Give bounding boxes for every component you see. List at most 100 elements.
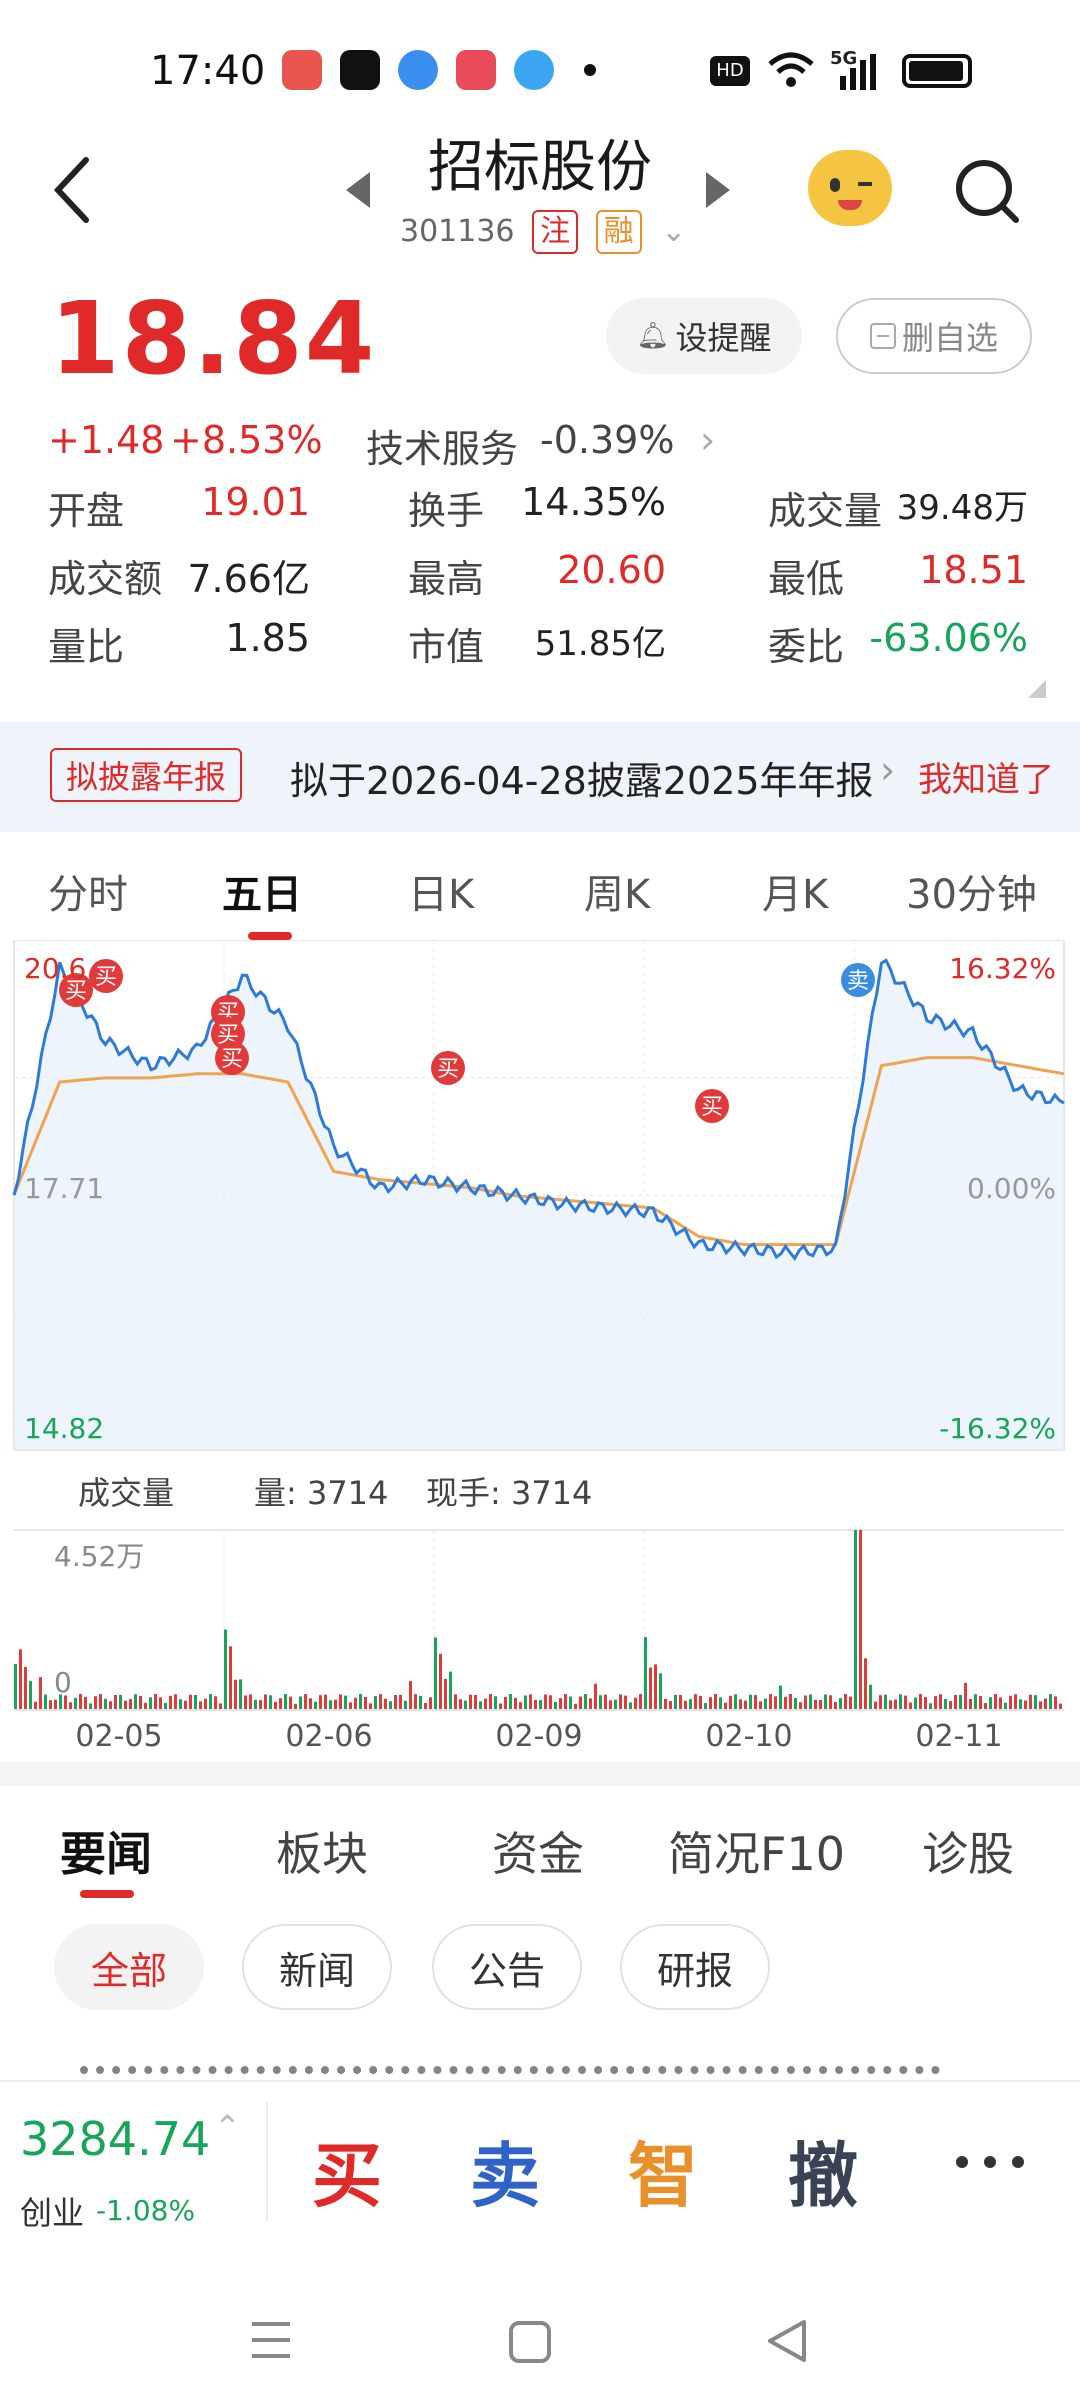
volume-bar: [254, 1699, 257, 1710]
volume-bar: [19, 1649, 22, 1710]
buy-button[interactable]: 买: [312, 2120, 382, 2221]
index-value[interactable]: 3284.74: [20, 2112, 210, 2166]
news-tab[interactable]: 要闻: [60, 1818, 152, 1884]
volume-bar: [889, 1700, 892, 1710]
chevron-right-icon[interactable]: ›: [700, 418, 715, 462]
chevron-up-icon[interactable]: ⌃: [214, 2108, 241, 2146]
intraday-chart[interactable]: 买买买买买买买卖 20.6 17.71 14.82 16.32% 0.00% -…: [0, 939, 1080, 1760]
section-divider: [0, 1762, 1080, 1786]
date-label: 02-10: [705, 1719, 792, 1754]
sell-marker[interactable]: 卖: [841, 963, 875, 997]
price-mid-label: 17.71: [24, 1172, 104, 1205]
volume-bar: [109, 1701, 112, 1710]
chart-tab[interactable]: 月K: [762, 862, 828, 920]
volume-bar: [1049, 1694, 1052, 1710]
cancel-order-button[interactable]: 撤: [788, 2120, 858, 2221]
volume-bar: [249, 1694, 252, 1710]
volume-bar: [479, 1701, 482, 1710]
news-tab[interactable]: 诊股: [922, 1818, 1014, 1884]
set-alert-button[interactable]: 🔔︎ 设提醒: [606, 298, 802, 374]
search-icon[interactable]: [952, 156, 1022, 226]
notice-dismiss-button[interactable]: 我知道了: [918, 752, 1054, 801]
volume-bar: [824, 1694, 827, 1710]
volume-bar: [939, 1694, 942, 1710]
remove-watchlist-button[interactable]: 删自选: [836, 298, 1032, 374]
volume-bar: [264, 1694, 267, 1710]
buy-marker[interactable]: 买: [89, 959, 123, 993]
volume-bar: [859, 1530, 862, 1710]
volume-bar: [834, 1701, 837, 1710]
volume-bar: [804, 1695, 807, 1710]
volume-bar: [534, 1699, 537, 1710]
mascot-icon[interactable]: [808, 150, 892, 226]
volume-bar: [434, 1637, 437, 1710]
volume-bar: [274, 1701, 277, 1710]
trade-bar: 3284.74 ⌃ 创业 -1.08%: [0, 2080, 1080, 2260]
volume-bar: [119, 1694, 122, 1710]
volume-bar: [324, 1694, 327, 1710]
svg-text:买: 买: [95, 965, 117, 990]
volume-bar: [484, 1698, 487, 1710]
volume-bar: [84, 1696, 87, 1710]
chart-tab[interactable]: 日K: [408, 862, 474, 920]
buy-marker[interactable]: 买: [215, 1041, 249, 1075]
home-nav-icon[interactable]: [508, 2320, 552, 2364]
volume-bar: [959, 1694, 962, 1710]
trade-divider: [266, 2102, 268, 2222]
volume-bar: [309, 1698, 312, 1710]
volume-bar: [1024, 1700, 1027, 1710]
sell-button[interactable]: 卖: [470, 2120, 540, 2221]
news-headline-partial: [80, 2062, 940, 2080]
volume-bar: [519, 1702, 522, 1710]
volume-bar: [284, 1694, 287, 1710]
more-icon[interactable]: [956, 2156, 1028, 2170]
volume-bar: [844, 1694, 847, 1710]
volume-bar: [539, 1700, 542, 1710]
volume-bar: [454, 1694, 457, 1710]
buy-marker[interactable]: 买: [695, 1089, 729, 1123]
filter-chip[interactable]: 研报: [620, 1924, 770, 2010]
next-stock-icon[interactable]: [706, 172, 730, 208]
filter-chip[interactable]: 新闻: [242, 1924, 392, 2010]
chart-tab[interactable]: 周K: [584, 862, 650, 920]
volume-bar: [709, 1697, 712, 1710]
chart-tab[interactable]: 30分钟: [906, 862, 1037, 920]
chart-svg[interactable]: 买买买买买 买买卖 20.6 17.71 14.82 16.32% 0.00% -…: [0, 939, 1080, 1760]
volume-bar: [1054, 1696, 1057, 1710]
volume-bar: [174, 1694, 177, 1710]
chart-tab[interactable]: 五日: [222, 862, 302, 920]
news-tab[interactable]: 资金: [492, 1818, 584, 1884]
volume-bar: [639, 1694, 642, 1710]
browser-icon: [514, 50, 554, 90]
price-low-label: 14.82: [24, 1412, 104, 1445]
chart-tabs: 分时 五日 日K 周K 月K 30分钟: [0, 862, 1080, 940]
back-nav-icon[interactable]: [766, 2318, 808, 2364]
current-price: 18.84: [50, 280, 377, 397]
sector-pct[interactable]: -0.39%: [540, 418, 674, 462]
volume-bar: [704, 1703, 707, 1710]
volume-bar: [749, 1694, 752, 1710]
volume-bar: [54, 1699, 57, 1710]
volume-bar: [359, 1694, 362, 1710]
news-tab[interactable]: 板块: [276, 1818, 368, 1884]
volume-bar: [684, 1700, 687, 1710]
chart-tab[interactable]: 分时: [48, 862, 128, 920]
signal-icon: [840, 54, 876, 90]
filter-chip[interactable]: 全部: [54, 1924, 204, 2010]
filter-chip[interactable]: 公告: [432, 1924, 582, 2010]
volume-bar: [139, 1695, 142, 1710]
news-tab[interactable]: 简况F10: [668, 1818, 845, 1884]
buy-marker[interactable]: 买: [431, 1051, 465, 1085]
expand-corner-icon[interactable]: [1028, 680, 1046, 698]
volume-bar: [699, 1695, 702, 1710]
volume-bar: [944, 1698, 947, 1710]
stat-value: 14.35%: [521, 480, 666, 524]
sector-name[interactable]: 技术服务: [366, 418, 518, 473]
volume-bar: [754, 1695, 757, 1710]
active-tab-underline: [248, 932, 292, 940]
chevron-down-icon[interactable]: ⌄: [661, 214, 686, 249]
menu-nav-icon[interactable]: [250, 2318, 292, 2362]
volume-bar: [1029, 1694, 1032, 1710]
smart-button[interactable]: 智: [628, 2120, 698, 2221]
hd-icon: HD: [710, 56, 750, 86]
